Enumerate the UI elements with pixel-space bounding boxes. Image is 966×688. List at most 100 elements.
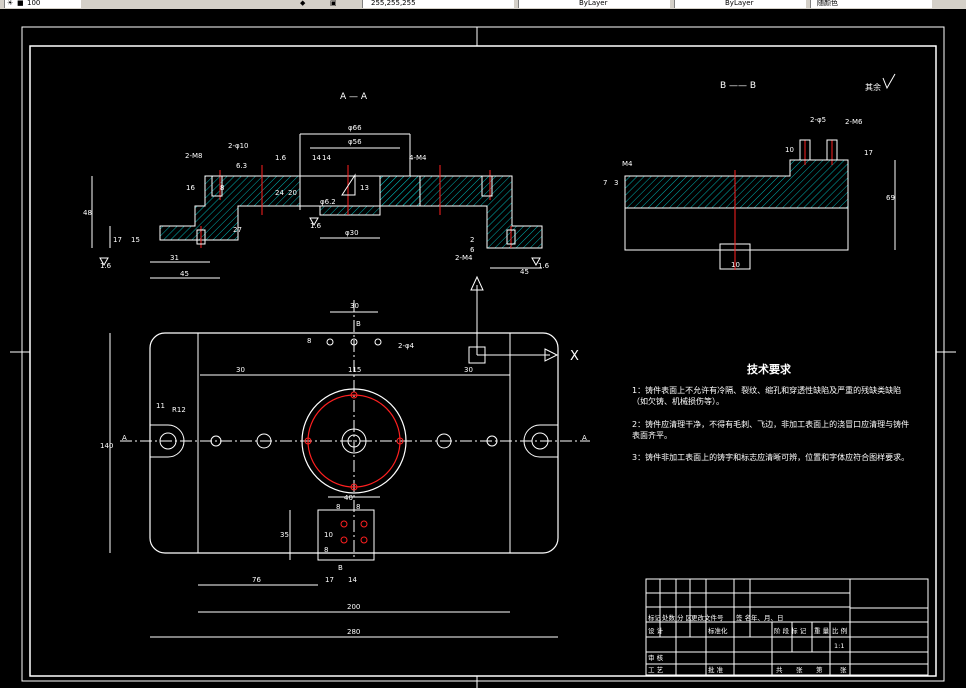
linetype-dropdown[interactable]: ByLayer (518, 0, 670, 8)
dim-d200: 200 (347, 603, 360, 611)
lock-icon: ■ (17, 0, 24, 7)
rough-16c: 1.6 (100, 262, 112, 270)
dim-d35: 35 (280, 531, 289, 539)
toolbar: ☀ ■ 100 ◆ ▣ 255,255,255 ByLayer ByLayer … (0, 0, 966, 9)
title-block-cell-label: 1:1 (834, 642, 844, 650)
rough-16d: 1.6 (538, 262, 550, 270)
dim-d17: 17 (113, 236, 122, 244)
dim-d17: 17 (864, 149, 873, 157)
dim-d20: 20 (288, 189, 297, 197)
dim-d31: 31 (170, 254, 179, 262)
plotstyle-dropdown[interactable]: 随颜色 (810, 0, 932, 8)
title-block-cell-label: 批 准 (708, 665, 724, 674)
dim-d24: 24 (275, 189, 284, 197)
dim-d10: 2-φ10 (228, 142, 249, 150)
dim-m4: 2-φ4 (398, 342, 415, 350)
dim-d10: 10 (785, 146, 794, 154)
dim-d8: 8 (307, 337, 311, 345)
dim-m6: 2-M6 (845, 118, 863, 126)
title-block-cell-label: 第 (816, 665, 823, 674)
rough-mark-icon (882, 73, 896, 90)
dim-d10b: 10 (731, 261, 740, 269)
title-block-cell-label: 标准化 (708, 626, 728, 635)
dim-d3: 3 (614, 179, 618, 187)
dim-m4a: 4-M4 (409, 154, 427, 162)
tech-req-title: 技术要求 (747, 363, 791, 376)
dim-d45a: 45 (180, 270, 189, 278)
title-block-cell-label: 审 核 (648, 653, 664, 662)
dim-d8: 8 (220, 184, 224, 192)
dim-d30l: 30 (236, 366, 245, 374)
tech-req-3: 3：铸件非加工表面上的铸字和标志应清晰可辨，位置和字体应符合图样要求。 (632, 453, 910, 462)
dim-d30top: 30 (350, 302, 359, 310)
title-block-cell-label: 设 计 (648, 626, 664, 635)
title-block-cell-label: 张 (796, 665, 803, 674)
dim-d76: 76 (252, 576, 261, 584)
surface-note: 其余 (865, 82, 881, 92)
tech-req-1: 1：铸件表面上不允许有冷隔、裂纹、缩孔和穿透性缺陷及严重的残缺类缺陷（如欠铸、机… (632, 386, 902, 406)
dim-d2: 2 (470, 236, 474, 244)
dim-m8: 2-M8 (185, 152, 202, 160)
dim-d45b: 45 (520, 268, 529, 276)
section-bb-label: B —— B (720, 81, 756, 91)
dim-d10: 10 (324, 531, 333, 539)
linetype-value: ByLayer (579, 0, 608, 7)
dim-d40: 40 (344, 494, 353, 502)
lineweight-value: ByLayer (725, 0, 754, 7)
dim-d11: 11 (156, 402, 165, 410)
dim-d8b: 8 (336, 503, 340, 511)
layer-tool-icon[interactable]: ◆ (300, 0, 305, 9)
color-value: 255,255,255 (371, 0, 416, 7)
dim-d14: 14 (348, 576, 357, 584)
title-block-cell-label: 比 例 (832, 626, 847, 635)
dim-d48: 48 (83, 209, 92, 217)
dim-d27: 27 (233, 226, 242, 234)
title-block-cell-label: 更改文件号 (691, 613, 724, 622)
dim-d280: 280 (347, 628, 360, 636)
dim-d8c: 8 (356, 503, 360, 511)
title-block-cell-label: 签 名 (736, 613, 751, 622)
section-aa-label: A — A (340, 92, 368, 102)
dim-d140: 140 (100, 442, 113, 450)
cad-drawing: A — A φ66 φ56 2-M8 2-φ10 1.6 6.3 4-M4 14… (10, 26, 956, 688)
rough-16: 1.6 (275, 154, 287, 162)
drawing-canvas[interactable]: A — A φ66 φ56 2-M8 2-φ10 1.6 6.3 4-M4 14… (0, 9, 966, 688)
lineweight-dropdown[interactable]: ByLayer (674, 0, 806, 8)
dim-m4: M4 (622, 160, 633, 168)
dim-d15: 15 (131, 236, 140, 244)
plan-view: 30 B 2-φ4 8 30 115 30 11 R12 140 A A 40 … (100, 275, 590, 638)
label-a-left: A (122, 434, 127, 442)
bulb-icon: ☀ (7, 0, 14, 7)
title-block-cell-label: 重 量 (814, 627, 830, 635)
rough-63: 6.3 (236, 162, 247, 170)
label-a-right: A (582, 434, 587, 442)
dim-d14: 14 (312, 154, 321, 162)
dim-r12: R12 (172, 406, 186, 414)
dim-d5: 2-φ5 (810, 116, 826, 124)
dim-d66: φ66 (348, 124, 362, 132)
dim-d30r: 30 (464, 366, 473, 374)
dim-d56: φ56 (348, 138, 362, 146)
title-block-cell-label: 阶 段 标 记 (774, 626, 807, 635)
title-block-cell-label: 处数 (662, 613, 676, 622)
title-block-cell-label: 张 (840, 665, 847, 674)
dim-m4b: 2-M4 (455, 254, 473, 262)
dim-d7: 7 (603, 179, 607, 187)
title-block-cell-label: 工 艺 (648, 666, 664, 674)
dim-d17: 17 (325, 576, 334, 584)
color-dropdown[interactable]: 255,255,255 (362, 0, 514, 8)
title-block-cell-label: 共 (776, 665, 783, 674)
layer-previous-icon[interactable]: ▣ (330, 0, 337, 9)
section-bb-view: B —— B 其余 M4 2-φ5 2-M6 10 17 69 10 7 3 (603, 73, 896, 270)
tech-req-2: 2：铸件应清理干净，不得有毛刺、飞边，非加工表面上的浇冒口应清理与铸件表面齐平。 (632, 420, 910, 440)
outer-frame (21, 26, 945, 682)
dim-d14a: 14 (322, 154, 331, 162)
ucs-x-label: X (570, 349, 579, 364)
dim-d115: 115 (348, 366, 361, 374)
layer-dropdown[interactable]: ☀ ■ 100 (4, 0, 81, 8)
plotstyle-value: 随颜色 (817, 0, 838, 7)
dim-d69: 69 (886, 194, 895, 202)
layer-value: 100 (27, 0, 41, 7)
section-aa-view: A — A φ66 φ56 2-M8 2-φ10 1.6 6.3 4-M4 14… (83, 92, 550, 279)
title-block-cell-label: 年、月、日 (751, 613, 784, 622)
